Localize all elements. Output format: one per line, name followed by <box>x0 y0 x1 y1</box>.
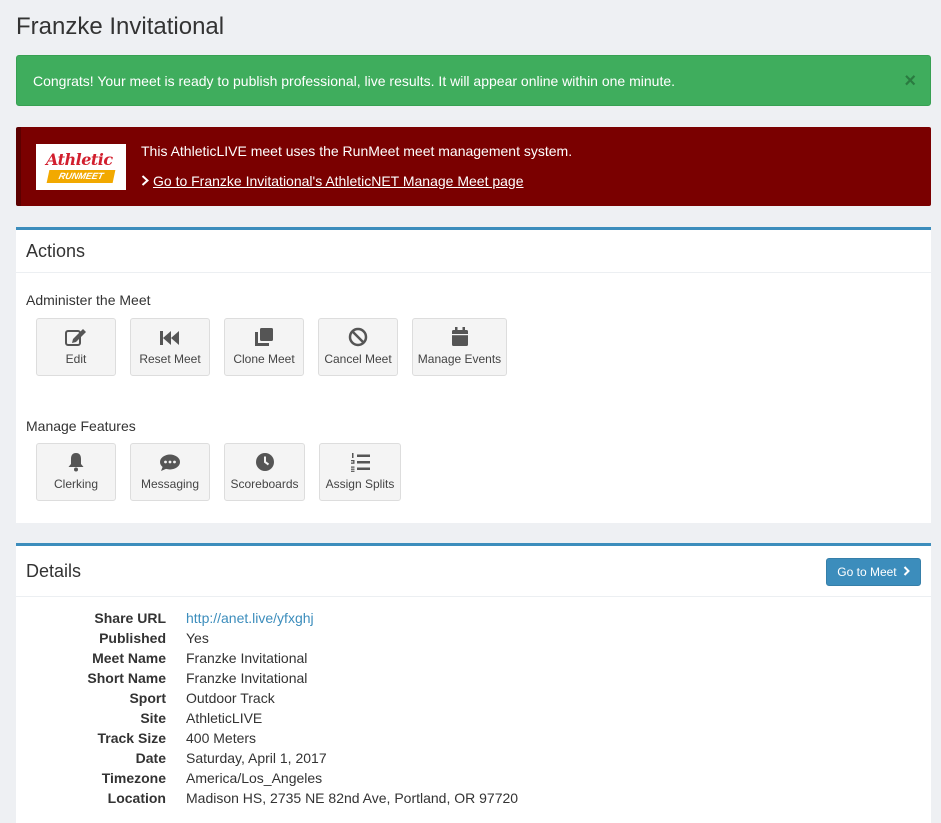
manage-meet-link-label: Go to Franzke Invitational's AthleticNET… <box>153 173 524 189</box>
share-url-link[interactable]: http://anet.live/yfxghj <box>186 610 314 626</box>
clerking-label: Clerking <box>53 477 98 491</box>
detail-value: 400 Meters <box>186 730 257 746</box>
manage-events-label: Manage Events <box>417 352 502 366</box>
detail-label: Location <box>107 790 166 806</box>
detail-value: Franzke Invitational <box>186 650 308 666</box>
detail-label: Date <box>135 750 166 766</box>
clerking-button[interactable]: Clerking <box>36 443 116 501</box>
reset-meet-button[interactable]: Reset Meet <box>130 318 210 376</box>
detail-label: Sport <box>129 690 166 706</box>
feature-buttons: Clerking Messaging Scoreboards Assign Sp… <box>36 443 401 501</box>
detail-value: America/Los_Angeles <box>186 770 323 786</box>
assign-splits-button[interactable]: Assign Splits <box>319 443 401 501</box>
details-panel-title: Details <box>26 560 82 581</box>
ban-icon <box>348 327 368 347</box>
detail-label: Share URL <box>94 610 166 626</box>
detail-value: AthleticLIVE <box>186 710 263 726</box>
edit-icon <box>65 329 86 346</box>
features-label: Manage Features <box>26 418 136 434</box>
detail-row-sport: Sport Outdoor Track <box>26 688 518 708</box>
detail-value: Saturday, April 1, 2017 <box>186 750 327 766</box>
runmeet-banner: Athletic RUNMEET This AthleticLIVE meet … <box>16 127 931 206</box>
detail-row-short-name: Short Name Franzke Invitational <box>26 668 518 688</box>
scoreboards-button[interactable]: Scoreboards <box>224 443 305 501</box>
edit-label: Edit <box>65 352 87 366</box>
edit-button[interactable]: Edit <box>36 318 116 376</box>
detail-value: Franzke Invitational <box>186 670 308 686</box>
manage-events-button[interactable]: Manage Events <box>412 318 507 376</box>
clone-meet-label: Clone Meet <box>233 352 295 366</box>
detail-row-location: Location Madison HS, 2735 NE 82nd Ave, P… <box>26 788 518 808</box>
clone-icon <box>255 328 273 346</box>
detail-value: Yes <box>186 630 209 646</box>
go-to-meet-label: Go to Meet <box>837 565 897 579</box>
scoreboards-label: Scoreboards <box>230 477 299 491</box>
assign-splits-label: Assign Splits <box>325 477 395 491</box>
messaging-button[interactable]: Messaging <box>130 443 210 501</box>
go-to-meet-button[interactable]: Go to Meet <box>826 558 921 586</box>
logo-athletic-text: Athletic <box>46 150 113 169</box>
detail-label: Timezone <box>101 770 166 786</box>
banner-text: This AthleticLIVE meet uses the RunMeet … <box>141 143 573 159</box>
chevron-right-icon <box>141 173 149 189</box>
detail-label: Published <box>99 630 166 646</box>
chevron-right-icon <box>903 566 910 576</box>
detail-label: Site <box>140 710 166 726</box>
detail-row-published: Published Yes <box>26 628 518 648</box>
athletic-runmeet-logo: Athletic RUNMEET <box>36 144 126 190</box>
administer-label: Administer the Meet <box>26 292 151 308</box>
detail-row-track-size: Track Size 400 Meters <box>26 728 518 748</box>
comment-icon <box>160 454 180 471</box>
detail-row-site: Site AthleticLIVE <box>26 708 518 728</box>
calendar-icon <box>451 327 468 346</box>
page-title: Franzke Invitational <box>16 13 225 40</box>
actions-panel-title: Actions <box>16 230 931 273</box>
clock-icon <box>255 453 274 471</box>
detail-value: Outdoor Track <box>186 690 275 706</box>
detail-row-meet-name: Meet Name Franzke Invitational <box>26 648 518 668</box>
detail-label: Track Size <box>97 730 167 746</box>
close-icon[interactable]: × <box>904 71 916 91</box>
list-ol-icon <box>351 453 370 472</box>
detail-label: Meet Name <box>92 650 166 666</box>
administer-buttons: Edit Reset Meet Clone Meet Cancel Meet M… <box>36 318 507 376</box>
manage-meet-link[interactable]: Go to Franzke Invitational's AthleticNET… <box>141 173 524 189</box>
detail-row-timezone: Timezone America/Los_Angeles <box>26 768 518 788</box>
details-panel: Details Go to Meet Share URL http://anet… <box>16 543 931 823</box>
fast-backward-icon <box>160 331 179 345</box>
messaging-label: Messaging <box>140 477 200 491</box>
cancel-meet-label: Cancel Meet <box>324 352 392 366</box>
success-alert: Congrats! Your meet is ready to publish … <box>16 55 931 106</box>
details-panel-header: Details Go to Meet <box>16 546 931 597</box>
clone-meet-button[interactable]: Clone Meet <box>224 318 304 376</box>
detail-row-date: Date Saturday, April 1, 2017 <box>26 748 518 768</box>
logo-runmeet-text: RUNMEET <box>46 170 116 183</box>
detail-value: Madison HS, 2735 NE 82nd Ave, Portland, … <box>186 790 519 806</box>
cancel-meet-button[interactable]: Cancel Meet <box>318 318 398 376</box>
actions-panel: Actions Administer the Meet Edit Reset M… <box>16 227 931 523</box>
details-list: Share URL http://anet.live/yfxghj Publis… <box>26 608 518 808</box>
reset-meet-label: Reset Meet <box>139 352 201 366</box>
bell-icon <box>68 453 84 472</box>
detail-label: Short Name <box>87 670 166 686</box>
detail-row-share-url: Share URL http://anet.live/yfxghj <box>26 608 518 628</box>
alert-message: Congrats! Your meet is ready to publish … <box>33 72 676 89</box>
